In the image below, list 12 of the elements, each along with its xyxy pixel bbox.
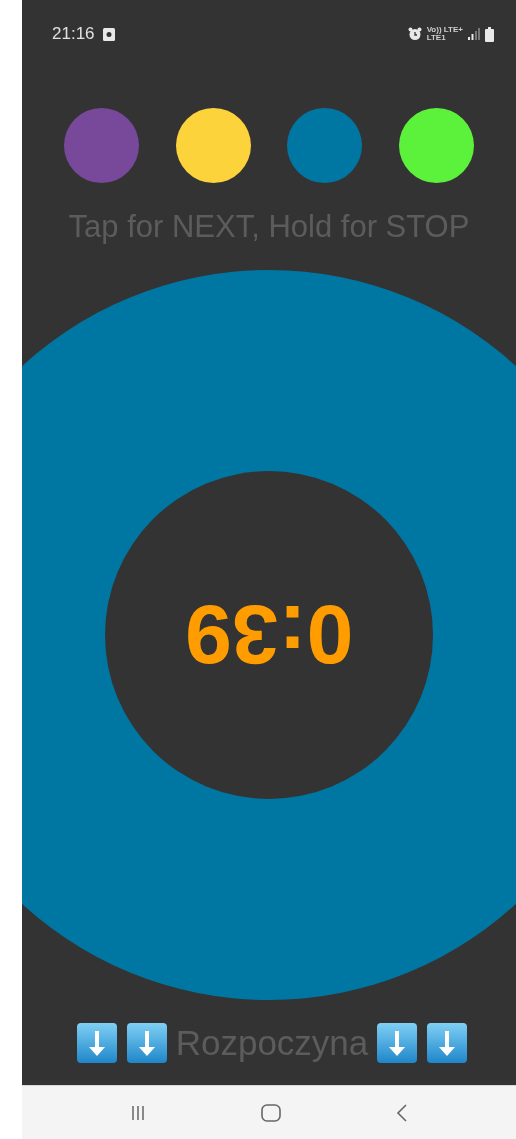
back-icon[interactable]: [396, 1103, 409, 1122]
notification-icon: [102, 27, 115, 41]
signal-icon: [468, 28, 480, 40]
network-label: LTE1: [426, 34, 447, 42]
home-icon[interactable]: [261, 1103, 281, 1122]
timer-text: 0:39: [184, 593, 354, 677]
alarm-icon: [407, 27, 422, 41]
recent-apps-icon[interactable]: [129, 1104, 146, 1121]
timer-ring[interactable]: 0:39: [22, 270, 516, 1000]
status-time: 21:16: [52, 23, 95, 46]
battery-icon: [485, 26, 494, 42]
network-label: Vo)) LTE+: [426, 26, 463, 34]
